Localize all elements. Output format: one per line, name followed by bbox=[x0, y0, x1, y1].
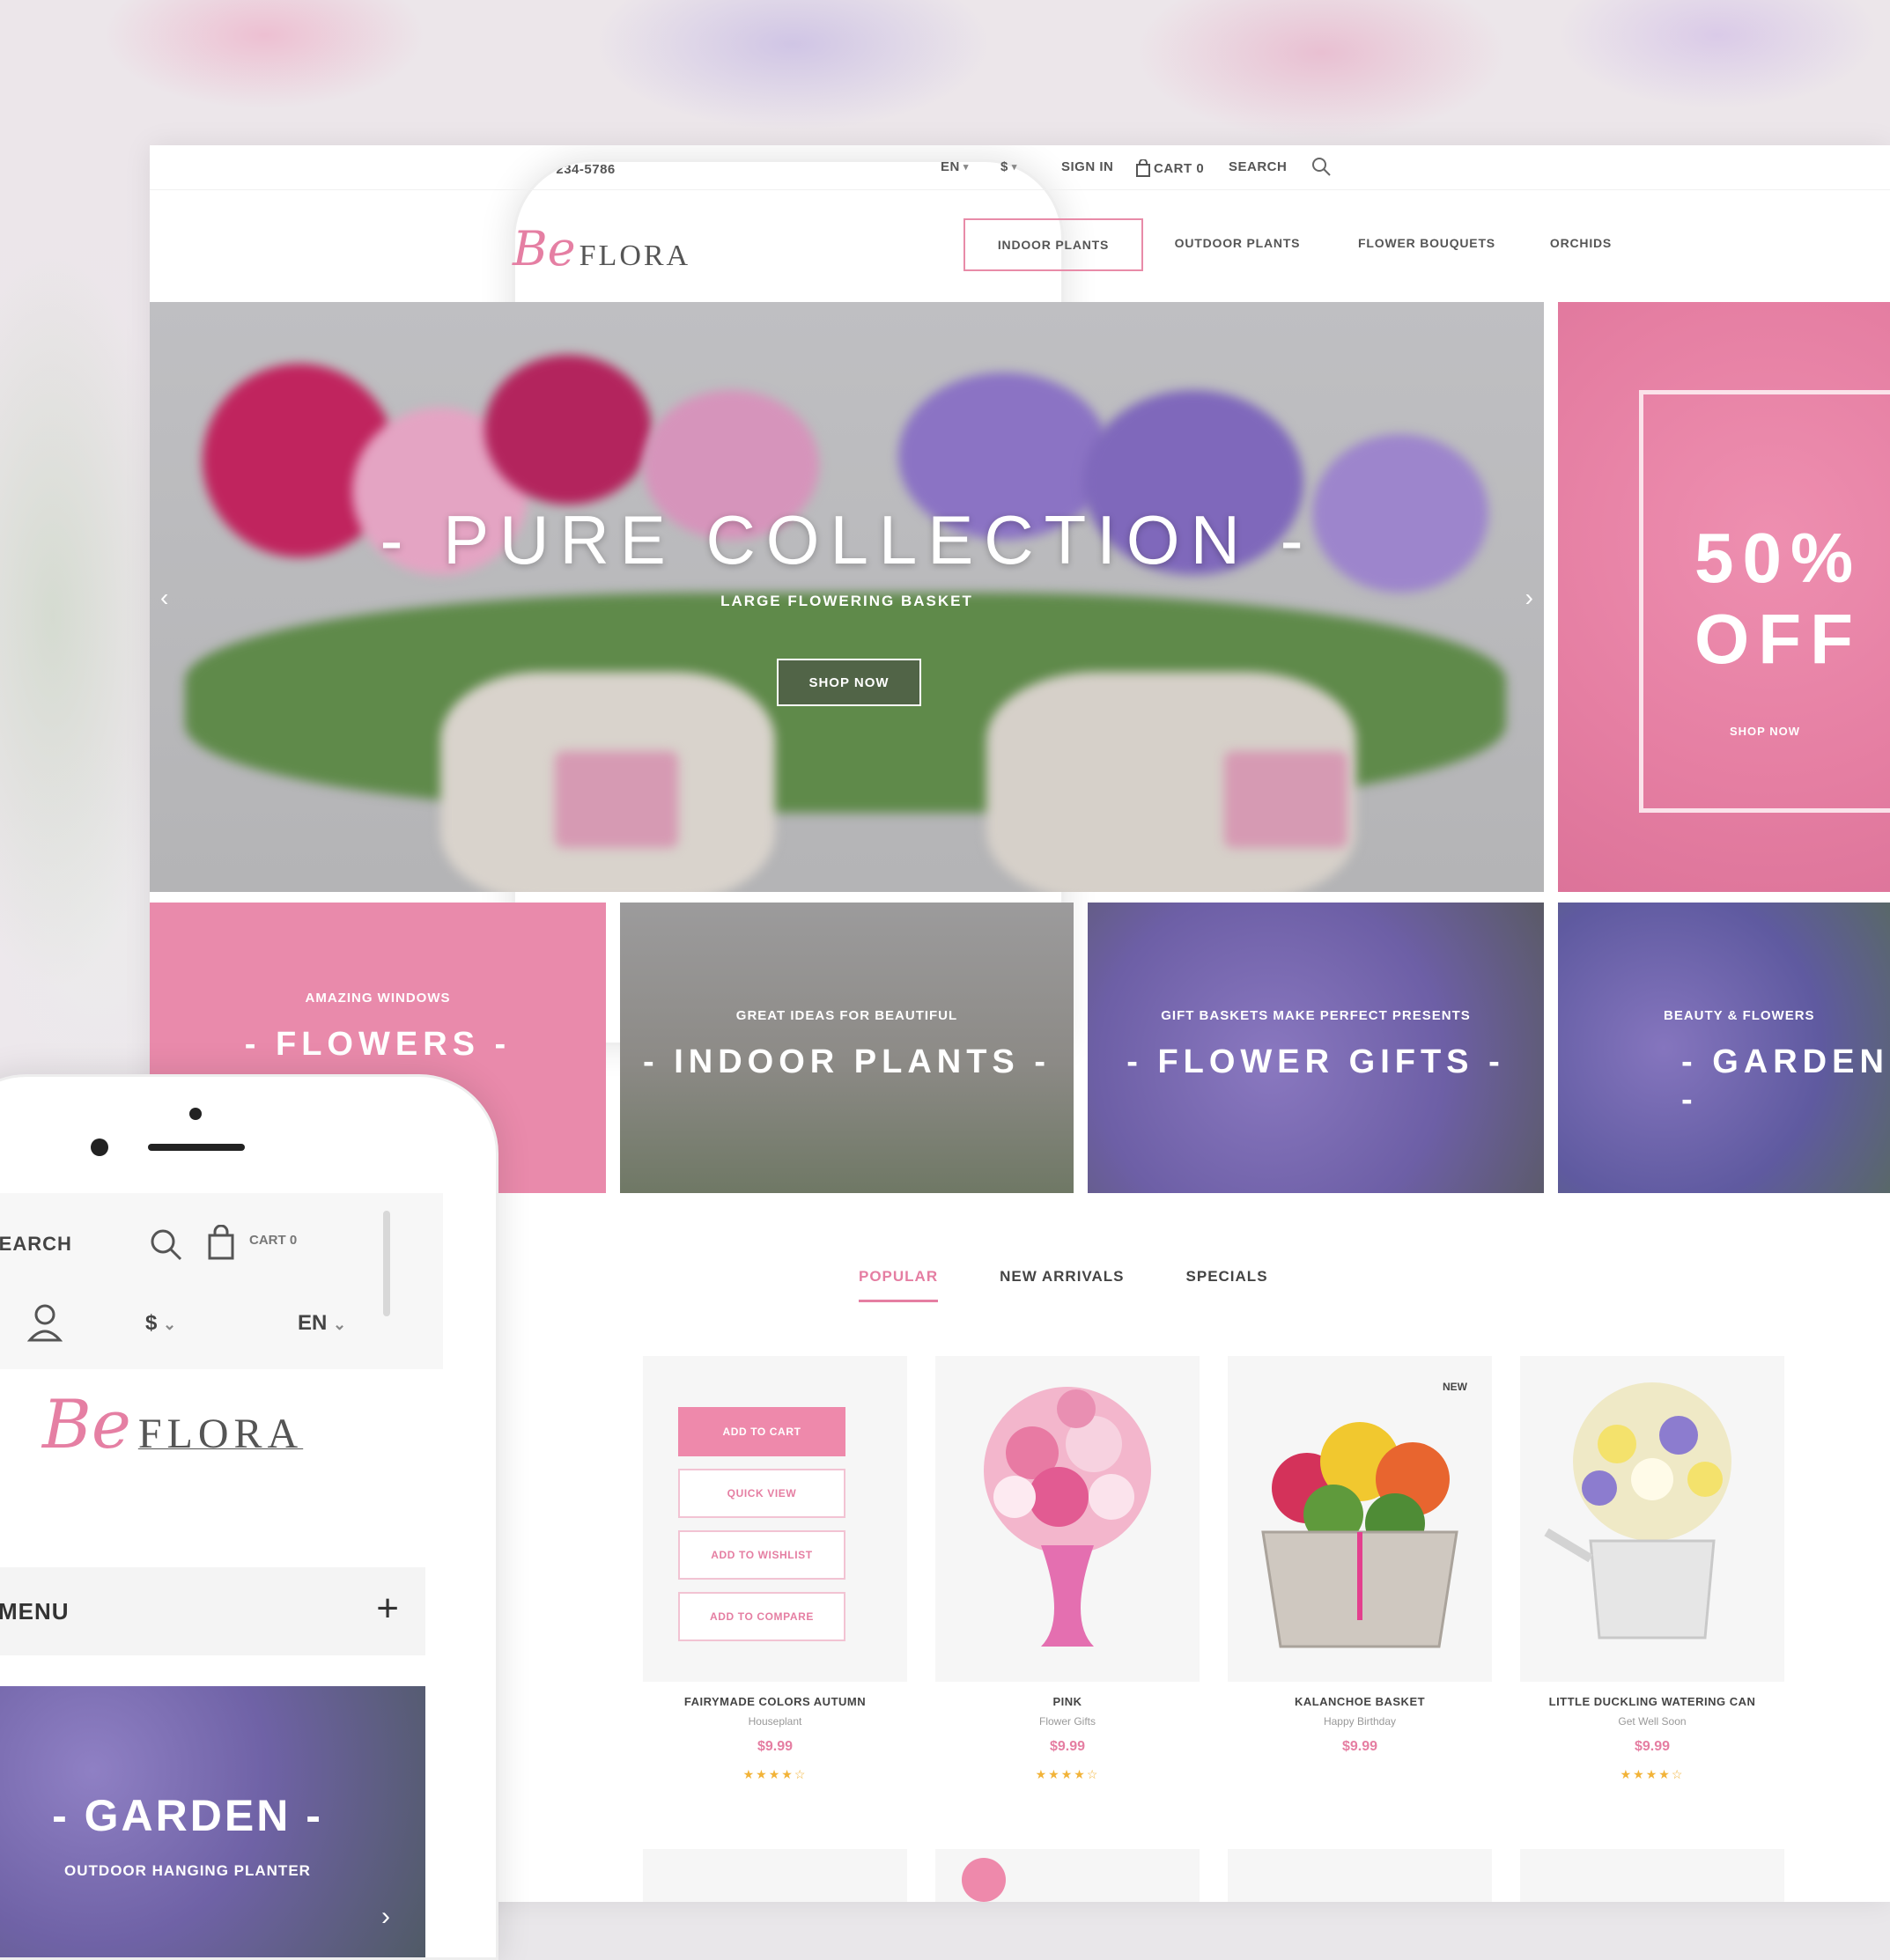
mobile-logo[interactable]: Be FLORA bbox=[42, 1391, 303, 1458]
product-card[interactable]: NEW KALANCHOE BASKET Happy Birthday $9.9… bbox=[1228, 1356, 1492, 1831]
category-title: - FLOWER GIFTS - bbox=[1126, 1043, 1505, 1080]
new-badge: NEW bbox=[1443, 1381, 1467, 1393]
quick-view-button[interactable]: QUICK VIEW bbox=[678, 1469, 845, 1518]
sign-in-link[interactable]: SIGN IN bbox=[1061, 159, 1113, 174]
menu-label: MENU bbox=[0, 1598, 70, 1625]
product-card[interactable]: PINK Flower Gifts $9.99 ★★★★☆ bbox=[935, 1356, 1200, 1831]
phone-speaker bbox=[148, 1144, 245, 1151]
plus-icon: + bbox=[376, 1587, 399, 1630]
product-card[interactable]: ADD TO CART QUICK VIEW ADD TO WISHLIST A… bbox=[643, 1356, 907, 1831]
mobile-phone-mockup: SEARCH CART 0 $ ⌄ EN ⌄ BeFLORA MENU + - … bbox=[0, 1074, 498, 1960]
chevron-down-icon: ▾ bbox=[1011, 162, 1017, 173]
rating-stars: ★★★★☆ bbox=[1035, 1767, 1100, 1781]
hero-subtitle: LARGE FLOWERING BASKET bbox=[720, 593, 973, 609]
category-flower-gifts[interactable]: GIFT BASKETS MAKE PERFECT PRESENTS - FLO… bbox=[1088, 903, 1544, 1193]
mobile-language-select[interactable]: EN ⌄ bbox=[298, 1311, 346, 1336]
bouquet-illustration bbox=[984, 1387, 1151, 1647]
watering-can-illustration bbox=[1544, 1382, 1731, 1639]
mobile-cart-link[interactable]: CART 0 bbox=[249, 1233, 297, 1248]
mobile-garden-banner[interactable]: - GARDEN - OUTDOOR HANGING PLANTER › bbox=[0, 1686, 425, 1957]
cart-link[interactable]: CART 0 bbox=[1136, 159, 1204, 177]
product-image[interactable] bbox=[935, 1356, 1200, 1682]
nav-orchids[interactable]: ORCHIDS bbox=[1528, 218, 1634, 268]
product-name[interactable]: PINK bbox=[935, 1695, 1200, 1708]
category-subtitle: GREAT IDEAS FOR BEAUTIFUL bbox=[735, 1008, 958, 1023]
product-card-next[interactable] bbox=[935, 1849, 1200, 1902]
category-subtitle: AMAZING WINDOWS bbox=[305, 991, 451, 1006]
product-image[interactable]: ADD TO CART QUICK VIEW ADD TO WISHLIST A… bbox=[643, 1356, 907, 1682]
category-title: - INDOOR PLANTS - bbox=[643, 1043, 1051, 1080]
chevron-down-icon: ⌄ bbox=[333, 1315, 347, 1333]
search-icon[interactable] bbox=[1310, 156, 1332, 177]
product-name[interactable]: LITTLE DUCKLING WATERING CAN bbox=[1520, 1695, 1784, 1708]
chevron-right-icon[interactable]: › bbox=[381, 1902, 390, 1932]
basket-illustration bbox=[1261, 1422, 1458, 1648]
product-name[interactable]: KALANCHOE BASKET bbox=[1228, 1695, 1492, 1708]
chevron-down-icon: ▾ bbox=[963, 162, 969, 173]
product-tabs: POPULAR NEW ARRIVALS SPECIALS bbox=[859, 1268, 1268, 1302]
product-brand: Houseplant bbox=[748, 1715, 802, 1728]
user-icon[interactable] bbox=[26, 1303, 63, 1346]
product-brand: Happy Birthday bbox=[1323, 1715, 1397, 1728]
rating-stars: ★★★★☆ bbox=[1620, 1767, 1685, 1781]
mobile-screen: SEARCH CART 0 $ ⌄ EN ⌄ BeFLORA MENU + - … bbox=[0, 1193, 443, 1957]
scrollbar[interactable] bbox=[383, 1211, 390, 1316]
mobile-search-link[interactable]: SEARCH bbox=[0, 1233, 72, 1256]
category-subtitle: GIFT BASKETS MAKE PERFECT PRESENTS bbox=[1161, 1008, 1471, 1023]
product-price: $9.99 bbox=[1634, 1739, 1671, 1754]
banner-title: - GARDEN - bbox=[52, 1791, 323, 1840]
phone-camera bbox=[189, 1108, 202, 1120]
sale-banner[interactable]: 50% OFF SHOP NOW bbox=[1558, 302, 1890, 892]
language-select[interactable]: EN ▾ bbox=[941, 159, 969, 174]
currency-select[interactable]: $ ▾ bbox=[1000, 159, 1017, 174]
category-indoor-plants[interactable]: GREAT IDEAS FOR BEAUTIFUL - INDOOR PLANT… bbox=[620, 903, 1074, 1193]
category-title: - GARDEN - bbox=[1681, 1043, 1889, 1118]
shopping-bag-icon bbox=[1136, 159, 1150, 177]
product-card-next[interactable] bbox=[643, 1849, 907, 1902]
mobile-top-bar: SEARCH CART 0 $ ⌄ EN ⌄ bbox=[0, 1193, 443, 1369]
product-name[interactable]: FAIRYMADE COLORS AUTUMN bbox=[643, 1695, 907, 1708]
product-price: $9.99 bbox=[757, 1739, 794, 1754]
tab-specials[interactable]: SPECIALS bbox=[1186, 1268, 1268, 1302]
nav-indoor-plants[interactable]: INDOOR PLANTS bbox=[963, 218, 1143, 271]
product-price: $9.99 bbox=[1341, 1739, 1378, 1754]
category-subtitle: BEAUTY & FLOWERS bbox=[1664, 1008, 1815, 1023]
chevron-down-icon: ⌄ bbox=[163, 1315, 177, 1333]
sale-percent: 50% OFF bbox=[1694, 519, 1863, 678]
search-icon[interactable] bbox=[148, 1227, 183, 1266]
nav-outdoor-plants[interactable]: OUTDOOR PLANTS bbox=[1154, 218, 1321, 268]
search-link[interactable]: SEARCH bbox=[1229, 159, 1287, 174]
phone-sensor bbox=[91, 1138, 108, 1156]
category-title: - FLOWERS - bbox=[244, 1026, 512, 1063]
hero-title: - PURE COLLECTION - bbox=[380, 501, 1314, 578]
add-to-compare-button[interactable]: ADD TO COMPARE bbox=[678, 1592, 845, 1641]
mobile-menu-toggle[interactable]: MENU + bbox=[0, 1567, 425, 1655]
product-price: $9.99 bbox=[1049, 1739, 1086, 1754]
tab-popular[interactable]: POPULAR bbox=[859, 1268, 939, 1302]
category-garden[interactable]: BEAUTY & FLOWERS - GARDEN - bbox=[1558, 903, 1890, 1193]
product-actions: ADD TO CART QUICK VIEW ADD TO WISHLIST A… bbox=[678, 1407, 845, 1654]
product-brand: Flower Gifts bbox=[1038, 1715, 1096, 1728]
logo[interactable]: Be FLORA bbox=[513, 225, 690, 273]
product-card-next[interactable] bbox=[1228, 1849, 1492, 1902]
add-to-cart-button[interactable]: ADD TO CART bbox=[678, 1407, 845, 1456]
hero-slider[interactable]: ‹ › - PURE COLLECTION - LARGE FLOWERING … bbox=[150, 302, 1544, 892]
banner-subtitle: OUTDOOR HANGING PLANTER bbox=[64, 1862, 311, 1879]
nav-flower-bouquets[interactable]: FLOWER BOUQUETS bbox=[1334, 218, 1519, 268]
product-image[interactable]: NEW bbox=[1228, 1356, 1492, 1682]
product-card-next[interactable] bbox=[1520, 1849, 1784, 1902]
product-image[interactable] bbox=[1520, 1356, 1784, 1682]
tab-new-arrivals[interactable]: NEW ARRIVALS bbox=[1000, 1268, 1124, 1302]
top-bar: 1-800-234-5786 EN ▾ $ ▾ SIGN IN CART 0 SEA… bbox=[150, 145, 1890, 1045]
shop-now-button[interactable]: SHOP NOW bbox=[777, 659, 921, 706]
product-card[interactable]: LITTLE DUCKLING WATERING CAN Get Well So… bbox=[1520, 1356, 1784, 1831]
rating-stars: ★★★★☆ bbox=[742, 1767, 808, 1781]
sale-badge bbox=[962, 1858, 1006, 1902]
add-to-wishlist-button[interactable]: ADD TO WISHLIST bbox=[678, 1530, 845, 1580]
shopping-bag-icon[interactable] bbox=[207, 1224, 235, 1264]
mobile-currency-select[interactable]: $ ⌄ bbox=[145, 1311, 176, 1336]
product-brand: Get Well Soon bbox=[1618, 1715, 1687, 1728]
sale-link[interactable]: SHOP NOW bbox=[1730, 725, 1800, 738]
